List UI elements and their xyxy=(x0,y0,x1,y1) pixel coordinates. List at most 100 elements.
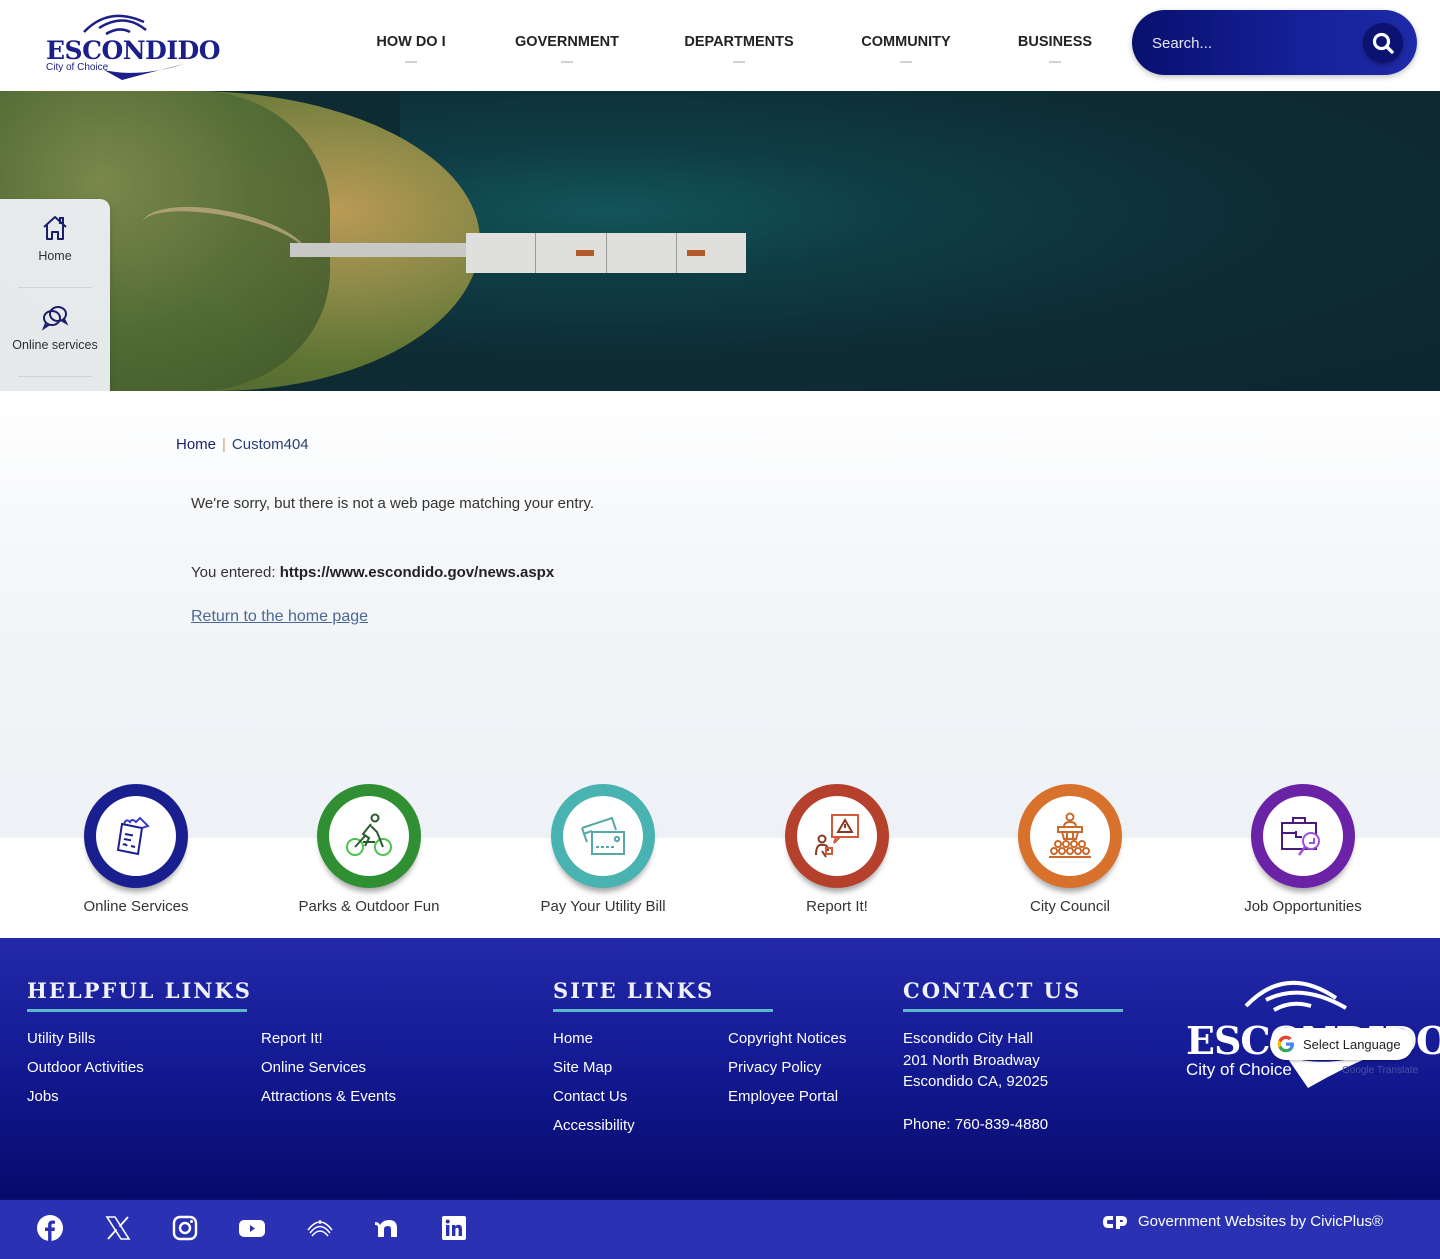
featured-ring xyxy=(1251,784,1355,888)
civicplus-logo-icon xyxy=(1103,1215,1127,1229)
footer-link-utility-bills[interactable]: Utility Bills xyxy=(27,1030,95,1047)
breadcrumb-home-link[interactable]: Home xyxy=(176,436,216,453)
featured-links: Online Services Parks & Outdoor Fun Pay … xyxy=(0,784,1440,938)
featured-label: Parks & Outdoor Fun xyxy=(298,898,440,915)
hero-walkway xyxy=(290,243,470,257)
breadcrumb-separator: | xyxy=(222,436,226,453)
escondido-logo[interactable]: ESCONDIDO City of Choice xyxy=(44,8,220,80)
footer-link-home[interactable]: Home xyxy=(553,1030,593,1047)
youtube-icon xyxy=(239,1220,265,1237)
search-input[interactable] xyxy=(1152,30,1352,56)
featured-pay-utility-bill[interactable]: Pay Your Utility Bill xyxy=(493,784,713,915)
facebook-icon xyxy=(37,1215,63,1241)
featured-label: Pay Your Utility Bill xyxy=(540,898,666,915)
featured-ring-inner xyxy=(329,796,409,876)
footer-link-jobs[interactable]: Jobs xyxy=(27,1088,59,1105)
return-home-link[interactable]: Return to the home page xyxy=(191,608,368,626)
featured-parks-outdoor-fun[interactable]: Parks & Outdoor Fun xyxy=(259,784,479,915)
nav-departments[interactable]: DEPARTMENTS xyxy=(652,0,826,91)
footer-logo-tagline: City of Choice xyxy=(1186,1060,1292,1079)
footer-link-site-map[interactable]: Site Map xyxy=(553,1059,612,1076)
quick-link-label: Home xyxy=(38,249,72,263)
footer-link-privacy-policy[interactable]: Privacy Policy xyxy=(728,1059,821,1076)
featured-ring xyxy=(551,784,655,888)
quick-link-label: Online services xyxy=(12,338,98,352)
footer-link-attractions-events[interactable]: Attractions & Events xyxy=(261,1088,396,1105)
pier-segment xyxy=(536,233,607,273)
footer-link-outdoor-activities[interactable]: Outdoor Activities xyxy=(27,1059,144,1076)
nav-dash xyxy=(733,61,745,63)
home-icon xyxy=(43,216,67,240)
instagram-link[interactable] xyxy=(167,1210,203,1246)
quick-link-home[interactable]: Home xyxy=(0,213,110,288)
escondido-waves-link[interactable] xyxy=(302,1210,338,1246)
footer-link-copyright-notices[interactable]: Copyright Notices xyxy=(728,1030,846,1047)
hero-pier xyxy=(466,233,746,273)
powered-by-google-translate: Google Translate xyxy=(1342,1065,1419,1076)
credit-card-icon xyxy=(581,816,625,855)
nav-label: DEPARTMENTS xyxy=(684,34,794,50)
quick-link-online-services[interactable]: Online services xyxy=(0,302,110,377)
briefcase-search-icon xyxy=(1281,817,1320,856)
footer-link-report-it[interactable]: Report It! xyxy=(261,1030,323,1047)
entered-url-line: You entered: https://www.escondido.gov/n… xyxy=(191,564,554,581)
bicycle-icon xyxy=(346,813,392,856)
bottom-bar: Government Websites by CivicPlus® xyxy=(0,1198,1440,1259)
error-message: We're sorry, but there is not a web page… xyxy=(191,495,595,512)
x-twitter-link[interactable] xyxy=(100,1210,136,1246)
civicplus-link[interactable]: Government Websites by CivicPlus® xyxy=(1102,1213,1383,1230)
featured-ring-inner xyxy=(797,796,877,876)
featured-report-it[interactable]: Report It! xyxy=(727,784,947,915)
featured-online-services[interactable]: Online Services xyxy=(26,784,246,915)
contact-us-divider xyxy=(903,1009,1123,1012)
facebook-link[interactable] xyxy=(32,1210,68,1246)
featured-city-council[interactable]: City Council xyxy=(960,784,1180,915)
nav-dash xyxy=(900,61,912,63)
civicplus-label: Government Websites by CivicPlus® xyxy=(1138,1213,1384,1230)
search-button[interactable] xyxy=(1363,23,1403,63)
featured-job-opportunities[interactable]: Job Opportunities xyxy=(1193,784,1413,915)
contact-name: Escondido City Hall xyxy=(903,1030,1034,1047)
contact-phone: Phone: 760-839-4880 xyxy=(903,1116,1049,1133)
nav-label: BUSINESS xyxy=(1017,34,1093,50)
featured-ring xyxy=(84,784,188,888)
featured-label: Online Services xyxy=(83,898,189,915)
contact-address: Escondido City Hall 201 North Broadway E… xyxy=(903,1028,1048,1093)
featured-ring xyxy=(317,784,421,888)
nav-label: COMMUNITY xyxy=(861,34,951,50)
featured-ring-inner xyxy=(1263,796,1343,876)
footer-link-contact-us[interactable]: Contact Us xyxy=(553,1088,627,1105)
clipboard-icon xyxy=(116,816,150,856)
select-language-label: Select Language xyxy=(1303,1036,1401,1052)
contact-us-heading: CONTACT US xyxy=(903,978,1082,1003)
nav-dash xyxy=(405,61,417,63)
featured-ring xyxy=(1018,784,1122,888)
entered-label: You entered: xyxy=(191,564,276,581)
entered-url: https://www.escondido.gov/news.aspx xyxy=(279,564,555,581)
footer-link-accessibility[interactable]: Accessibility xyxy=(553,1117,635,1134)
pier-segment xyxy=(677,233,746,273)
nav-community[interactable]: COMMUNITY xyxy=(826,0,986,91)
footer-link-employee-portal[interactable]: Employee Portal xyxy=(728,1088,838,1105)
site-links-heading: SITE LINKS xyxy=(553,978,715,1003)
main-nav: HOW DO I GOVERNMENT DEPARTMENTS COMMUNIT… xyxy=(340,0,1124,91)
featured-ring xyxy=(785,784,889,888)
nav-label: GOVERNMENT xyxy=(515,34,619,50)
helpful-links-divider xyxy=(27,1009,247,1012)
nav-how-do-i[interactable]: HOW DO I xyxy=(340,0,482,91)
nav-business[interactable]: BUSINESS xyxy=(986,0,1124,91)
nav-dash xyxy=(1049,61,1061,63)
contact-street: 201 North Broadway xyxy=(903,1051,1040,1069)
nav-government[interactable]: GOVERNMENT xyxy=(482,0,652,91)
helpful-links-heading: HELPFUL LINKS xyxy=(27,978,252,1003)
footer-link-online-services[interactable]: Online Services xyxy=(261,1059,366,1076)
main-content: Home | Custom404 We're sorry, but there is… xyxy=(0,391,1440,838)
select-language-dropdown[interactable]: Select Language xyxy=(1270,1028,1413,1060)
bench xyxy=(576,250,595,256)
nextdoor-link[interactable] xyxy=(369,1210,405,1246)
youtube-link[interactable] xyxy=(234,1210,270,1246)
podium-icon xyxy=(1049,812,1091,858)
nav-label: HOW DO I xyxy=(376,34,446,50)
instagram-icon xyxy=(172,1215,198,1241)
linkedin-link[interactable] xyxy=(436,1210,472,1246)
